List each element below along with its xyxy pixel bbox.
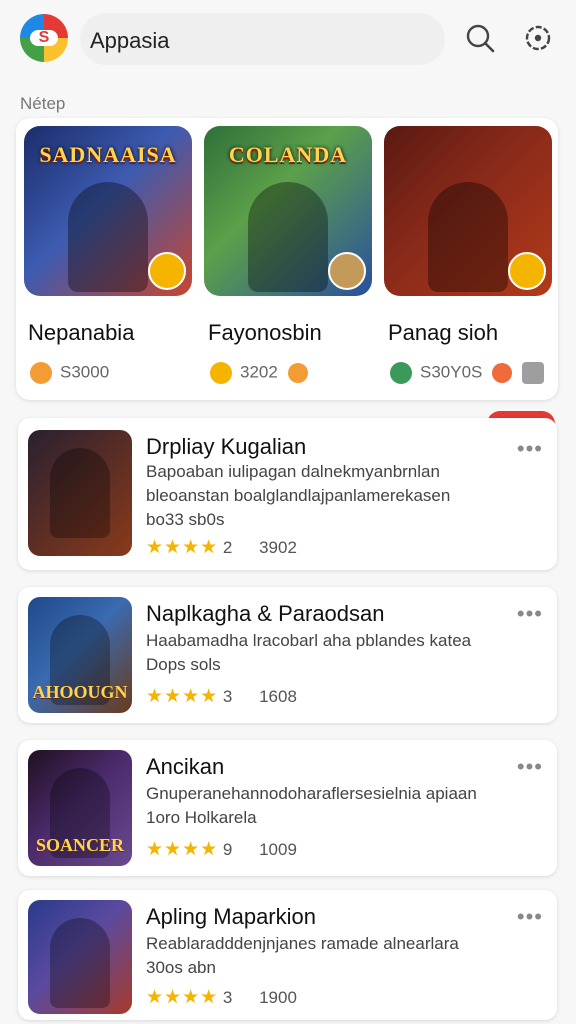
thumbnail-banner: COLANDA (228, 142, 348, 167)
rating-stars: ★★★★ (146, 686, 219, 707)
app-description-line: bleoanstan boalglandlajpanlamerekasen (146, 486, 451, 505)
featured-item[interactable]: SADNAAISA Nepanabia S3000 (24, 126, 192, 384)
rating-value: 3 (222, 988, 233, 1007)
download-count: 3902 (259, 538, 297, 557)
flame-icon (287, 363, 308, 383)
app-title: Ancikan (146, 754, 225, 779)
featured-carousel: SADNAAISA Nepanabia S3000 COLANDA Fayono… (16, 118, 558, 400)
award-badge-icon (148, 252, 186, 290)
app-thumbnail[interactable] (28, 900, 132, 1014)
list-item[interactable]: Drpliay Kugalian Bapoaban iulipagan daln… (18, 418, 557, 570)
coin-icon (30, 362, 52, 384)
section-label: Nétep (20, 94, 66, 113)
featured-title: Fayonosbin (208, 320, 322, 345)
app-description-line: Haabamadha lracobarl aha pblandes katea (146, 631, 472, 650)
more-options-icon[interactable]: ••• (517, 754, 543, 780)
list-item[interactable]: SOANCER Ancikan Gnuperanehannodoharafler… (18, 740, 557, 876)
rating-row: ★★★★ 9 1009 (146, 838, 297, 861)
more-options-icon[interactable]: ••• (517, 904, 543, 930)
shield-badge-icon (328, 252, 366, 290)
featured-meta: S3000 (30, 362, 109, 384)
featured-title: Panag sioh (388, 320, 499, 345)
thumbnail-caption: SOANCER (35, 835, 124, 855)
search-icon[interactable] (464, 22, 496, 54)
character-figure (248, 182, 328, 292)
app-thumbnail[interactable]: SOANCER (28, 750, 132, 866)
app-thumbnail[interactable] (28, 430, 132, 556)
featured-thumbnail[interactable]: SADNAAISA (24, 126, 192, 296)
featured-meta: S30Y0S (390, 362, 545, 384)
rating-value: 3 (222, 687, 233, 706)
featured-meta: 3202 (210, 362, 308, 384)
list-item[interactable]: Apling Maparkion Reablaradddenjnjanes ra… (18, 890, 557, 1020)
character-figure (428, 182, 508, 292)
star-burst-icon (210, 362, 232, 384)
app-description-line: 1oro Holkarela (146, 808, 257, 827)
more-options-icon[interactable]: ••• (517, 436, 543, 462)
heart-icon (492, 363, 513, 383)
featured-title: Nepanabia (28, 320, 135, 345)
featured-item[interactable]: COLANDA Fayonosbin 3202 (204, 126, 372, 384)
rating-row: ★★★★ 2 3902 (146, 536, 297, 559)
gear-icon[interactable] (522, 22, 554, 54)
app-title: Naplkagha & Paraodsan (146, 601, 385, 626)
rating-row: ★★★★ 3 1900 (146, 986, 297, 1009)
app-description-line: Gnuperanehannodoharaflersesielnia apiaan (146, 784, 477, 803)
search-bar[interactable]: Appasia (80, 13, 445, 65)
featured-price: S30Y0S (420, 362, 483, 382)
thumbnail-caption: AHOOUGN (32, 682, 128, 702)
download-count: 1608 (259, 687, 297, 706)
list-item[interactable]: AHOOUGN Naplkagha & Paraodsan Haabamadha… (18, 587, 557, 723)
sword-badge-icon (508, 252, 546, 290)
app-logo[interactable]: S (20, 14, 68, 62)
app-description-line: bo33 sb0s (146, 510, 225, 529)
download-count: 1009 (259, 840, 297, 859)
featured-price: 3202 (240, 362, 278, 382)
app-description-line: Reablaradddenjnjanes ramade alnearlara (146, 934, 459, 953)
character-figure (50, 448, 110, 538)
featured-thumbnail[interactable] (384, 126, 552, 296)
rating-value: 9 (222, 840, 233, 859)
download-count: 1900 (259, 988, 297, 1007)
thumbnail-banner: SADNAAISA (39, 142, 177, 167)
rating-value: 2 (222, 538, 233, 557)
app-thumbnail[interactable]: AHOOUGN (28, 597, 132, 713)
app-title: Drpliay Kugalian (146, 434, 307, 459)
thumbnail-banner (392, 142, 544, 174)
rating-row: ★★★★ 3 1608 (146, 685, 297, 708)
app-description-line: Dops sols (146, 655, 221, 674)
more-options-icon[interactable]: ••• (517, 601, 543, 627)
character-figure (50, 918, 110, 1008)
app-description-line: Bapoaban iulipagan dalnekmyanbrnlan (146, 462, 440, 481)
rating-stars: ★★★★ (146, 987, 219, 1008)
search-input[interactable]: Appasia (90, 28, 170, 54)
rating-stars: ★★★★ (146, 537, 219, 558)
character-figure (68, 182, 148, 292)
logo-letter: S (30, 30, 58, 46)
rating-stars: ★★★★ (146, 839, 219, 860)
featured-item[interactable]: Panag sioh S30Y0S (384, 126, 552, 384)
app-title: Apling Maparkion (146, 904, 316, 929)
stack-icon (522, 362, 545, 384)
globe-icon (390, 362, 412, 384)
app-header: S Appasia (0, 0, 576, 80)
featured-price: S3000 (60, 362, 110, 382)
app-description-line: 30os abn (146, 958, 216, 977)
featured-thumbnail[interactable]: COLANDA (204, 126, 372, 296)
